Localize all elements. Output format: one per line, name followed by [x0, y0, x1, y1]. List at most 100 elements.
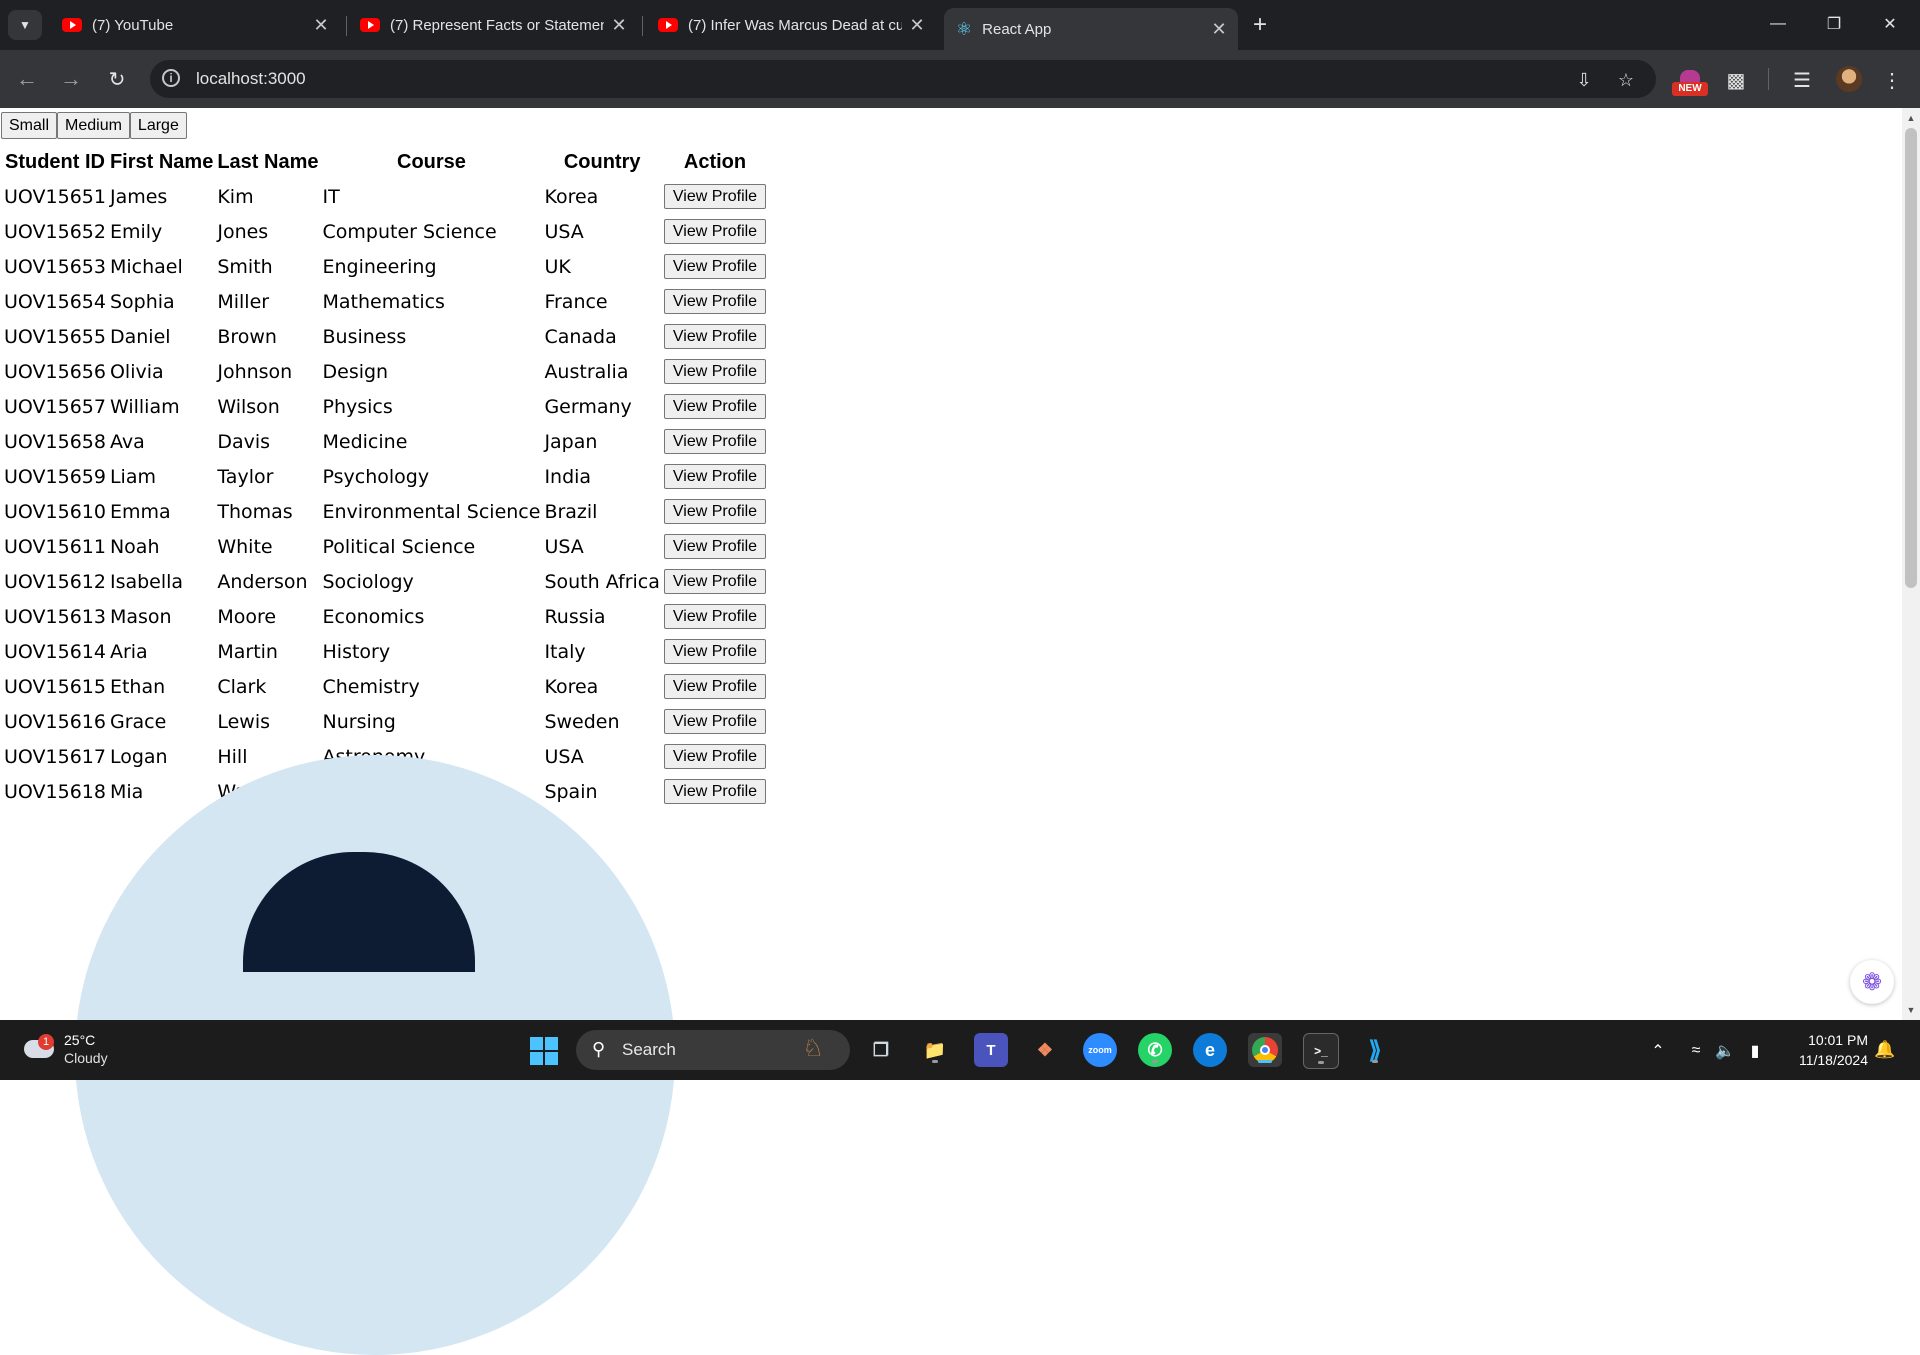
header-course: Course [397, 150, 466, 173]
task-view-icon[interactable]: ❐ [864, 1033, 898, 1067]
view-profile-button[interactable]: View Profile [663, 779, 767, 805]
cell-course: Computer Science [322, 220, 497, 243]
cell-student-id: UOV15651 [4, 185, 106, 208]
cell-action: View Profile [663, 355, 767, 388]
file-explorer-icon[interactable]: 📁 [918, 1033, 952, 1067]
tab-search-button[interactable]: ▼ [8, 10, 42, 40]
close-window-button[interactable]: ✕ [1862, 0, 1918, 48]
running-indicator [932, 1060, 938, 1063]
large-button[interactable]: Large [129, 112, 187, 139]
view-profile-button[interactable]: View Profile [663, 709, 767, 735]
close-icon[interactable]: ✕ [1208, 18, 1230, 40]
view-profile-button[interactable]: View Profile [663, 184, 767, 210]
windows-start-icon[interactable] [530, 1037, 558, 1065]
forward-button[interactable]: → [54, 62, 88, 96]
cell-action: View Profile [663, 460, 767, 493]
view-profile-button[interactable]: View Profile [663, 604, 767, 630]
address-bar[interactable]: i localhost:3000 ⇩ ☆ [150, 60, 1656, 98]
brain-assistant-icon[interactable]: ❁ [1850, 960, 1894, 1004]
view-profile-button[interactable]: View Profile [663, 324, 767, 350]
cell-country: Sweden [544, 710, 620, 733]
page-scrollbar[interactable]: ▲ ▼ [1902, 108, 1920, 1020]
cell-country: UK [544, 255, 571, 278]
close-icon[interactable]: ✕ [310, 14, 332, 36]
scroll-up-arrow-icon[interactable]: ▲ [1902, 110, 1920, 126]
browser-menu-icon[interactable]: ⋮ [1878, 66, 1906, 94]
new-tab-button[interactable]: + [1245, 10, 1275, 40]
site-info-icon[interactable]: i [162, 69, 180, 87]
medium-button[interactable]: Medium [57, 112, 130, 139]
zoom-icon[interactable]: zoom [1083, 1033, 1117, 1067]
extension-new-badge[interactable]: NEW [1672, 70, 1708, 96]
cell-last-name: Wilson [217, 395, 280, 418]
battery-icon[interactable]: ▮ [1744, 1040, 1766, 1062]
cell-first-name: Michael [109, 255, 183, 278]
view-profile-button[interactable]: View Profile [663, 394, 767, 420]
whatsapp-icon[interactable]: ✆ [1138, 1033, 1172, 1067]
cell-last-name: Moore [217, 605, 277, 628]
cell-action: View Profile [663, 250, 767, 283]
browser-tab-react-app[interactable]: ⚛ React App ✕ [944, 8, 1238, 50]
view-profile-button[interactable]: View Profile [663, 534, 767, 560]
tab-divider [346, 16, 347, 36]
cell-course: Medicine [322, 430, 408, 453]
extensions-puzzle-icon[interactable]: ▩ [1722, 66, 1750, 94]
view-profile-button[interactable]: View Profile [663, 254, 767, 280]
scroll-down-arrow-icon[interactable]: ▼ [1902, 1002, 1920, 1018]
notification-bell-icon[interactable]: 🔔 [1874, 1040, 1895, 1060]
browser-tab-infer-marcus[interactable]: (7) Infer Was Marcus Dead at cu ✕ [646, 8, 936, 42]
media-control-icon[interactable]: ☰ [1788, 66, 1816, 94]
cell-action: View Profile [663, 775, 767, 808]
bookmark-star-icon[interactable]: ☆ [1616, 70, 1636, 90]
header-student-id: Student ID [4, 150, 105, 173]
terminal-icon[interactable]: >_ [1303, 1033, 1339, 1069]
edge-icon[interactable]: e [1193, 1033, 1227, 1067]
view-profile-button[interactable]: View Profile [663, 219, 767, 245]
cell-country: France [544, 290, 608, 313]
view-profile-button[interactable]: View Profile [663, 289, 767, 315]
chrome-icon[interactable] [1248, 1033, 1282, 1067]
cell-last-name: Smith [217, 255, 273, 278]
weather-widget[interactable]: 1 25°C Cloudy [22, 1028, 172, 1072]
cell-action: View Profile [663, 285, 767, 318]
cell-action: View Profile [663, 530, 767, 563]
cell-course: Physics [322, 395, 393, 418]
view-profile-button[interactable]: View Profile [663, 674, 767, 700]
view-profile-button[interactable]: View Profile [663, 464, 767, 490]
small-button[interactable]: Small [1, 112, 58, 139]
minimize-button[interactable]: — [1750, 0, 1806, 48]
taskbar-search[interactable]: ⚲ Search ♘ [576, 1030, 850, 1070]
cell-action: View Profile [663, 600, 767, 633]
copilot-icon[interactable]: ❖ [1028, 1033, 1062, 1067]
profile-avatar[interactable] [1836, 66, 1862, 92]
browser-tab-youtube[interactable]: (7) YouTube ✕ [50, 8, 340, 42]
view-profile-button[interactable]: View Profile [663, 569, 767, 595]
url-text[interactable]: localhost:3000 [196, 69, 306, 89]
table-row: UOV15656 Olivia Johnson Design Australia View… [3, 355, 767, 388]
close-icon[interactable]: ✕ [608, 14, 630, 36]
install-app-icon[interactable]: ⇩ [1574, 70, 1594, 90]
cell-course: Environmental Science [322, 500, 541, 523]
back-button[interactable]: ← [10, 62, 44, 96]
volume-icon[interactable]: 🔈 [1714, 1040, 1736, 1062]
teams-icon[interactable]: T [974, 1033, 1008, 1067]
show-hidden-icons-chevron-icon[interactable]: ⌃ [1647, 1040, 1669, 1062]
wifi-icon[interactable]: ≈ [1685, 1040, 1707, 1062]
cell-student-id: UOV15653 [4, 255, 106, 278]
toolbar-divider [1768, 68, 1769, 90]
browser-tab-represent-facts[interactable]: (7) Represent Facts or Statemen ✕ [348, 8, 638, 42]
running-indicator [1372, 1060, 1378, 1063]
view-profile-button[interactable]: View Profile [663, 359, 767, 385]
view-profile-button[interactable]: View Profile [663, 744, 767, 770]
scrollbar-thumb[interactable] [1905, 128, 1917, 588]
cell-action: View Profile [663, 635, 767, 668]
view-profile-button[interactable]: View Profile [663, 429, 767, 455]
vscode-icon[interactable]: ⟫ [1358, 1033, 1392, 1067]
youtube-icon [360, 18, 380, 32]
close-icon[interactable]: ✕ [906, 14, 928, 36]
view-profile-button[interactable]: View Profile [663, 639, 767, 665]
restore-button[interactable]: ❐ [1806, 0, 1862, 48]
system-clock[interactable]: 10:01 PM 11/18/2024 [1784, 1030, 1868, 1070]
view-profile-button[interactable]: View Profile [663, 499, 767, 525]
reload-button[interactable]: ↻ [100, 62, 134, 96]
